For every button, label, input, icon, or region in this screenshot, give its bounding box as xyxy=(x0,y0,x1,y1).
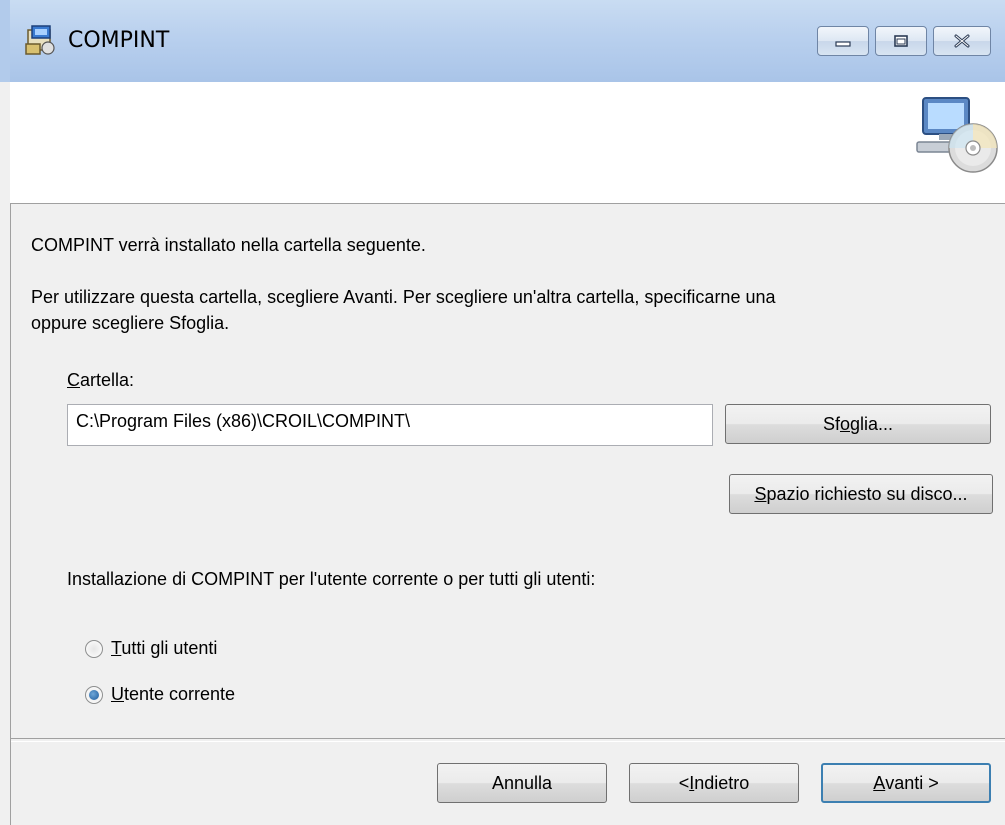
disk-cost-button[interactable]: Spazio richiesto su disco... xyxy=(729,474,993,514)
maximize-icon xyxy=(894,35,908,47)
radio-all-users-text: utti gli utenti xyxy=(121,638,218,658)
intro-text: COMPINT verrà installato nella cartella … xyxy=(31,235,426,255)
back-label-rest: ndietro xyxy=(694,772,750,793)
maximize-button[interactable] xyxy=(875,26,927,56)
folder-label: Cartella: xyxy=(67,370,134,391)
browse-label-accelerator: o xyxy=(839,413,850,434)
installer-icon xyxy=(25,25,55,55)
next-label-rest: vanti > xyxy=(885,772,939,793)
dialog-footer: Annulla < Indietro Avanti > xyxy=(10,740,1005,825)
computer-cd-icon xyxy=(916,97,998,173)
radio-current-user-label[interactable]: Utente corrente xyxy=(111,684,235,705)
installer-window: COMPINT COMPINT verrà installato nella c… xyxy=(0,0,1005,825)
next-button[interactable]: Avanti > xyxy=(821,763,991,803)
folder-label-accelerator: C xyxy=(67,370,80,390)
folder-label-rest: artella: xyxy=(80,370,135,390)
minimize-icon xyxy=(835,41,851,47)
browse-label-pre: Sf xyxy=(822,413,840,434)
radio-all-users-accelerator: T xyxy=(111,638,122,658)
radio-current-user-text: tente corrente xyxy=(124,684,236,704)
install-for-label: Installazione di COMPINT per l'utente co… xyxy=(67,569,596,589)
radio-all-users-label[interactable]: Tutti gli utenti xyxy=(111,638,217,659)
browse-button[interactable]: Sf o glia... xyxy=(725,404,991,444)
window-title: COMPINT xyxy=(68,28,170,53)
caption-buttons xyxy=(817,26,991,60)
radio-current-user[interactable] xyxy=(85,686,103,704)
browse-label-post: glia... xyxy=(850,413,894,434)
radio-all-users[interactable] xyxy=(85,640,103,658)
close-button[interactable] xyxy=(933,26,991,56)
instructions-line-1: Per utilizzare questa cartella, sceglier… xyxy=(31,287,776,307)
disk-cost-accelerator: S xyxy=(754,483,767,504)
dialog-body: COMPINT verrà installato nella cartella … xyxy=(10,204,1005,740)
minimize-button[interactable] xyxy=(817,26,869,56)
cancel-button[interactable]: Annulla xyxy=(437,763,607,803)
title-bar[interactable]: COMPINT xyxy=(0,0,1005,82)
back-button[interactable]: < Indietro xyxy=(629,763,799,803)
radio-selected-dot xyxy=(89,690,99,700)
back-label-pre: < xyxy=(678,772,690,793)
disk-cost-label: pazio richiesto su disco... xyxy=(766,483,968,504)
radio-current-user-accelerator: U xyxy=(111,684,124,704)
folder-path-input[interactable]: C:\Program Files (x86)\CROIL\COMPINT\ xyxy=(67,404,713,446)
close-icon xyxy=(954,34,970,48)
next-label-accelerator: A xyxy=(873,772,886,793)
header-banner xyxy=(10,82,1005,204)
instructions-line-2: oppure scegliere Sfoglia. xyxy=(31,313,230,333)
